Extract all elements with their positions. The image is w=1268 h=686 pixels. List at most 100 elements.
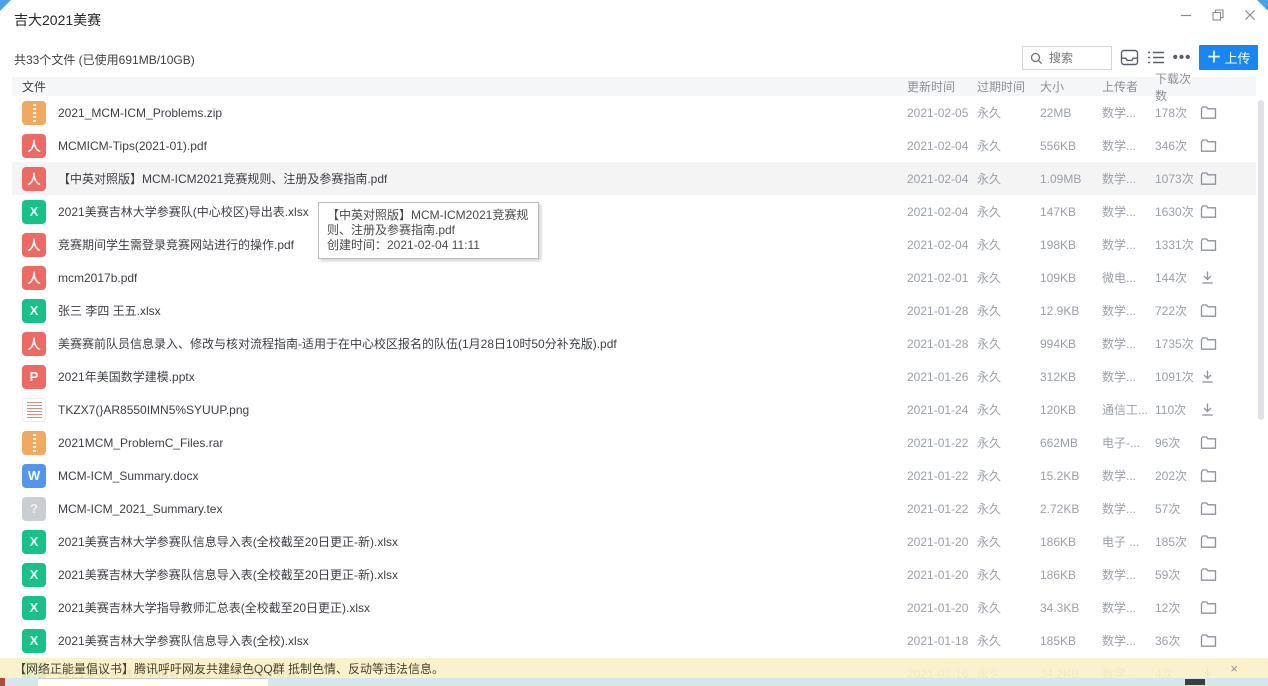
close-button[interactable] bbox=[1234, 2, 1266, 28]
save-to-cloud-icon[interactable] bbox=[1118, 47, 1140, 67]
file-name-cell[interactable]: X2021美赛吉林大学指导教师汇总表(全校截至20日更正).xlsx bbox=[22, 596, 907, 620]
open-folder-icon[interactable] bbox=[1200, 501, 1244, 516]
file-row[interactable]: 人MCMICM-Tips(2021-01).pdf2021-02-04永久556… bbox=[12, 129, 1256, 162]
file-row[interactable]: 2021_MCM-ICM_Problems.zip2021-02-05永久22M… bbox=[12, 96, 1256, 129]
file-row[interactable]: X2021美赛吉林大学参赛队信息导入表(全校).xlsx2021-01-18永久… bbox=[12, 624, 1256, 657]
file-size: 147KB bbox=[1040, 205, 1102, 219]
file-row[interactable]: 2021MCM_ProblemC_Files.rar2021-01-22永久66… bbox=[12, 426, 1256, 459]
file-name-cell[interactable]: X张三 李四 王五.xlsx bbox=[22, 299, 907, 323]
open-folder-icon[interactable] bbox=[1200, 204, 1244, 219]
open-folder-icon[interactable] bbox=[1200, 105, 1244, 120]
file-uploader: 数学... bbox=[1102, 368, 1155, 385]
file-row[interactable]: X2021美赛吉林大学指导教师汇总表(全校截至20日更正).xlsx2021-0… bbox=[12, 591, 1256, 624]
file-name[interactable]: 2021_MCM-ICM_Problems.zip bbox=[58, 106, 222, 120]
file-size: 120KB bbox=[1040, 403, 1102, 417]
file-row[interactable]: X张三 李四 王五.xlsx2021-01-28永久12.9KB数学...722… bbox=[12, 294, 1256, 327]
column-header-updated[interactable]: 更新时间 bbox=[907, 78, 977, 95]
file-updated-date: 2021-02-04 bbox=[907, 139, 977, 153]
file-name[interactable]: mcm2017b.pdf bbox=[58, 271, 137, 285]
file-name-cell[interactable]: X 2021美赛吉林大学参赛队信息导入表(全校截至20日更正-新).xlsx bbox=[22, 530, 907, 554]
file-row[interactable]: 人竞赛期间学生需登录竞赛网站进行的操作.pdf2021-02-04永久198KB… bbox=[12, 228, 1256, 261]
file-row[interactable]: 人美赛赛前队员信息录入、修改与核对流程指南-适用于在中心校区报名的队伍(1月28… bbox=[12, 327, 1256, 360]
file-name[interactable]: 2021美赛吉林大学参赛队信息导入表(全校).xlsx bbox=[58, 632, 309, 649]
file-name-cell[interactable]: 人【中英对照版】MCM-ICM2021竞赛规则、注册及参赛指南.pdf bbox=[22, 167, 907, 191]
file-name[interactable]: MCMICM-Tips(2021-01).pdf bbox=[58, 139, 207, 153]
file-row[interactable]: X2021美赛吉林大学参赛队信息导入表(全校截至20日更正-新).xlsx202… bbox=[12, 558, 1256, 591]
file-row[interactable]: WMCM-ICM_Summary.docx2021-01-22永久15.2KB数… bbox=[12, 459, 1256, 492]
file-name-cell[interactable]: P2021年美国数学建模.pptx bbox=[22, 365, 907, 389]
list-view-icon[interactable] bbox=[1145, 47, 1167, 67]
file-name-cell[interactable]: 人MCMICM-Tips(2021-01).pdf bbox=[22, 134, 907, 158]
file-row[interactable]: 人【中英对照版】MCM-ICM2021竞赛规则、注册及参赛指南.pdf2021-… bbox=[12, 162, 1256, 195]
open-folder-icon[interactable] bbox=[1200, 171, 1244, 186]
file-download-count: 346次 bbox=[1155, 137, 1200, 154]
file-name[interactable]: 2021年美国数学建模.pptx bbox=[58, 368, 195, 385]
file-name-cell[interactable]: WMCM-ICM_Summary.docx bbox=[22, 464, 907, 488]
download-icon[interactable] bbox=[1200, 402, 1244, 417]
file-expiry: 永久 bbox=[977, 467, 1040, 484]
file-row[interactable]: TKZX7(}AR8550IMN5%SYUUP.png2021-01-24永久1… bbox=[12, 393, 1256, 426]
image-thumbnail bbox=[27, 402, 42, 418]
open-folder-icon[interactable] bbox=[1200, 633, 1244, 648]
open-folder-icon[interactable] bbox=[1200, 534, 1244, 549]
open-folder-icon[interactable] bbox=[1200, 138, 1244, 153]
file-name-cell[interactable]: 2021MCM_ProblemC_Files.rar bbox=[22, 431, 907, 455]
background-window-fragment bbox=[0, 678, 5, 686]
file-row[interactable]: X 2021美赛吉林大学参赛队信息导入表(全校截至20日更正-新).xlsx202… bbox=[12, 525, 1256, 558]
open-folder-icon[interactable] bbox=[1200, 468, 1244, 483]
file-name-cell[interactable]: 人美赛赛前队员信息录入、修改与核对流程指南-适用于在中心校区报名的队伍(1月28… bbox=[22, 332, 907, 356]
file-name-cell[interactable]: 人 mcm2017b.pdf bbox=[22, 266, 907, 290]
open-folder-icon[interactable] bbox=[1200, 303, 1244, 318]
download-icon[interactable] bbox=[1200, 369, 1244, 384]
open-folder-icon[interactable] bbox=[1200, 435, 1244, 450]
column-header-size[interactable]: 大小 bbox=[1040, 78, 1102, 95]
file-updated-date: 2021-01-28 bbox=[907, 304, 977, 318]
file-row[interactable]: P2021年美国数学建模.pptx2021-01-26永久312KB数学...1… bbox=[12, 360, 1256, 393]
file-size: 22MB bbox=[1040, 106, 1102, 120]
file-name-cell[interactable]: 2021_MCM-ICM_Problems.zip bbox=[22, 101, 907, 125]
file-name[interactable]: MCM-ICM_2021_Summary.tex bbox=[58, 502, 222, 516]
banner-close-icon[interactable]: × bbox=[1230, 661, 1238, 676]
file-name[interactable]: 2021美赛吉林大学参赛队信息导入表(全校截至20日更正-新).xlsx bbox=[58, 533, 398, 550]
restore-button[interactable] bbox=[1202, 2, 1234, 28]
file-row[interactable]: 人mcm2017b.pdf2021-02-01永久109KB微电...144次 bbox=[12, 261, 1256, 294]
file-row[interactable]: X2021美赛吉林大学参赛队(中心校区)导出表.xlsx2021-02-04永久… bbox=[12, 195, 1256, 228]
open-folder-icon[interactable] bbox=[1200, 567, 1244, 582]
file-name-cell[interactable]: X2021美赛吉林大学参赛队信息导入表(全校截至20日更正-新).xlsx bbox=[22, 563, 907, 587]
minimize-button[interactable] bbox=[1170, 2, 1202, 28]
file-name[interactable]: 【中英对照版】MCM-ICM2021竞赛规则、注册及参赛指南.pdf bbox=[58, 170, 387, 187]
file-name[interactable]: 2021美赛吉林大学指导教师汇总表(全校截至20日更正).xlsx bbox=[58, 599, 370, 616]
file-name[interactable]: TKZX7(}AR8550IMN5%SYUUP.png bbox=[58, 403, 249, 417]
open-folder-icon[interactable] bbox=[1200, 600, 1244, 615]
file-name[interactable]: 张三 李四 王五.xlsx bbox=[58, 302, 161, 319]
open-folder-icon[interactable] bbox=[1200, 336, 1244, 351]
file-type-icon-xlsx: X bbox=[22, 629, 46, 653]
file-name-cell[interactable]: TKZX7(}AR8550IMN5%SYUUP.png bbox=[22, 398, 907, 422]
column-header-file[interactable]: 文件 bbox=[22, 78, 907, 95]
file-name-cell[interactable]: ?MCM-ICM_2021_Summary.tex bbox=[22, 497, 907, 521]
file-size: 198KB bbox=[1040, 238, 1102, 252]
file-name[interactable]: 2021美赛吉林大学参赛队信息导入表(全校截至20日更正-新).xlsx bbox=[58, 566, 398, 583]
file-name[interactable]: 2021美赛吉林大学参赛队(中心校区)导出表.xlsx bbox=[58, 203, 309, 220]
file-download-count: 144次 bbox=[1155, 269, 1200, 286]
column-header-expires[interactable]: 过期时间 bbox=[977, 78, 1040, 95]
file-name[interactable]: 2021MCM_ProblemC_Files.rar bbox=[58, 436, 223, 450]
file-name[interactable]: 竞赛期间学生需登录竞赛网站进行的操作.pdf bbox=[58, 236, 294, 253]
file-name[interactable]: 美赛赛前队员信息录入、修改与核对流程指南-适用于在中心校区报名的队伍(1月28日… bbox=[58, 335, 617, 352]
file-type-icon-xlsx: X bbox=[22, 530, 46, 554]
upload-button[interactable]: ＋ 上传 bbox=[1199, 45, 1258, 70]
file-size: 556KB bbox=[1040, 139, 1102, 153]
search-input[interactable] bbox=[1047, 50, 1111, 66]
file-name-cell[interactable]: X 2021美赛吉林大学参赛队信息导入表(全校).xlsx bbox=[22, 629, 907, 653]
search-box[interactable] bbox=[1022, 46, 1112, 70]
file-updated-date: 2021-01-20 bbox=[907, 568, 977, 582]
file-row[interactable]: ?MCM-ICM_2021_Summary.tex2021-01-22永久2.7… bbox=[12, 492, 1256, 525]
scrollbar-thumb[interactable] bbox=[1258, 100, 1264, 420]
file-type-icon-pdf: 人 bbox=[22, 266, 46, 290]
column-header-uploader[interactable]: 上传者 bbox=[1102, 78, 1155, 95]
more-actions-icon[interactable]: ••• bbox=[1171, 47, 1193, 67]
tooltip-created-time: 创建时间：2021-02-04 11:11 bbox=[327, 238, 530, 253]
download-icon[interactable] bbox=[1200, 270, 1244, 285]
open-folder-icon[interactable] bbox=[1200, 237, 1244, 252]
file-name[interactable]: MCM-ICM_Summary.docx bbox=[58, 469, 198, 483]
